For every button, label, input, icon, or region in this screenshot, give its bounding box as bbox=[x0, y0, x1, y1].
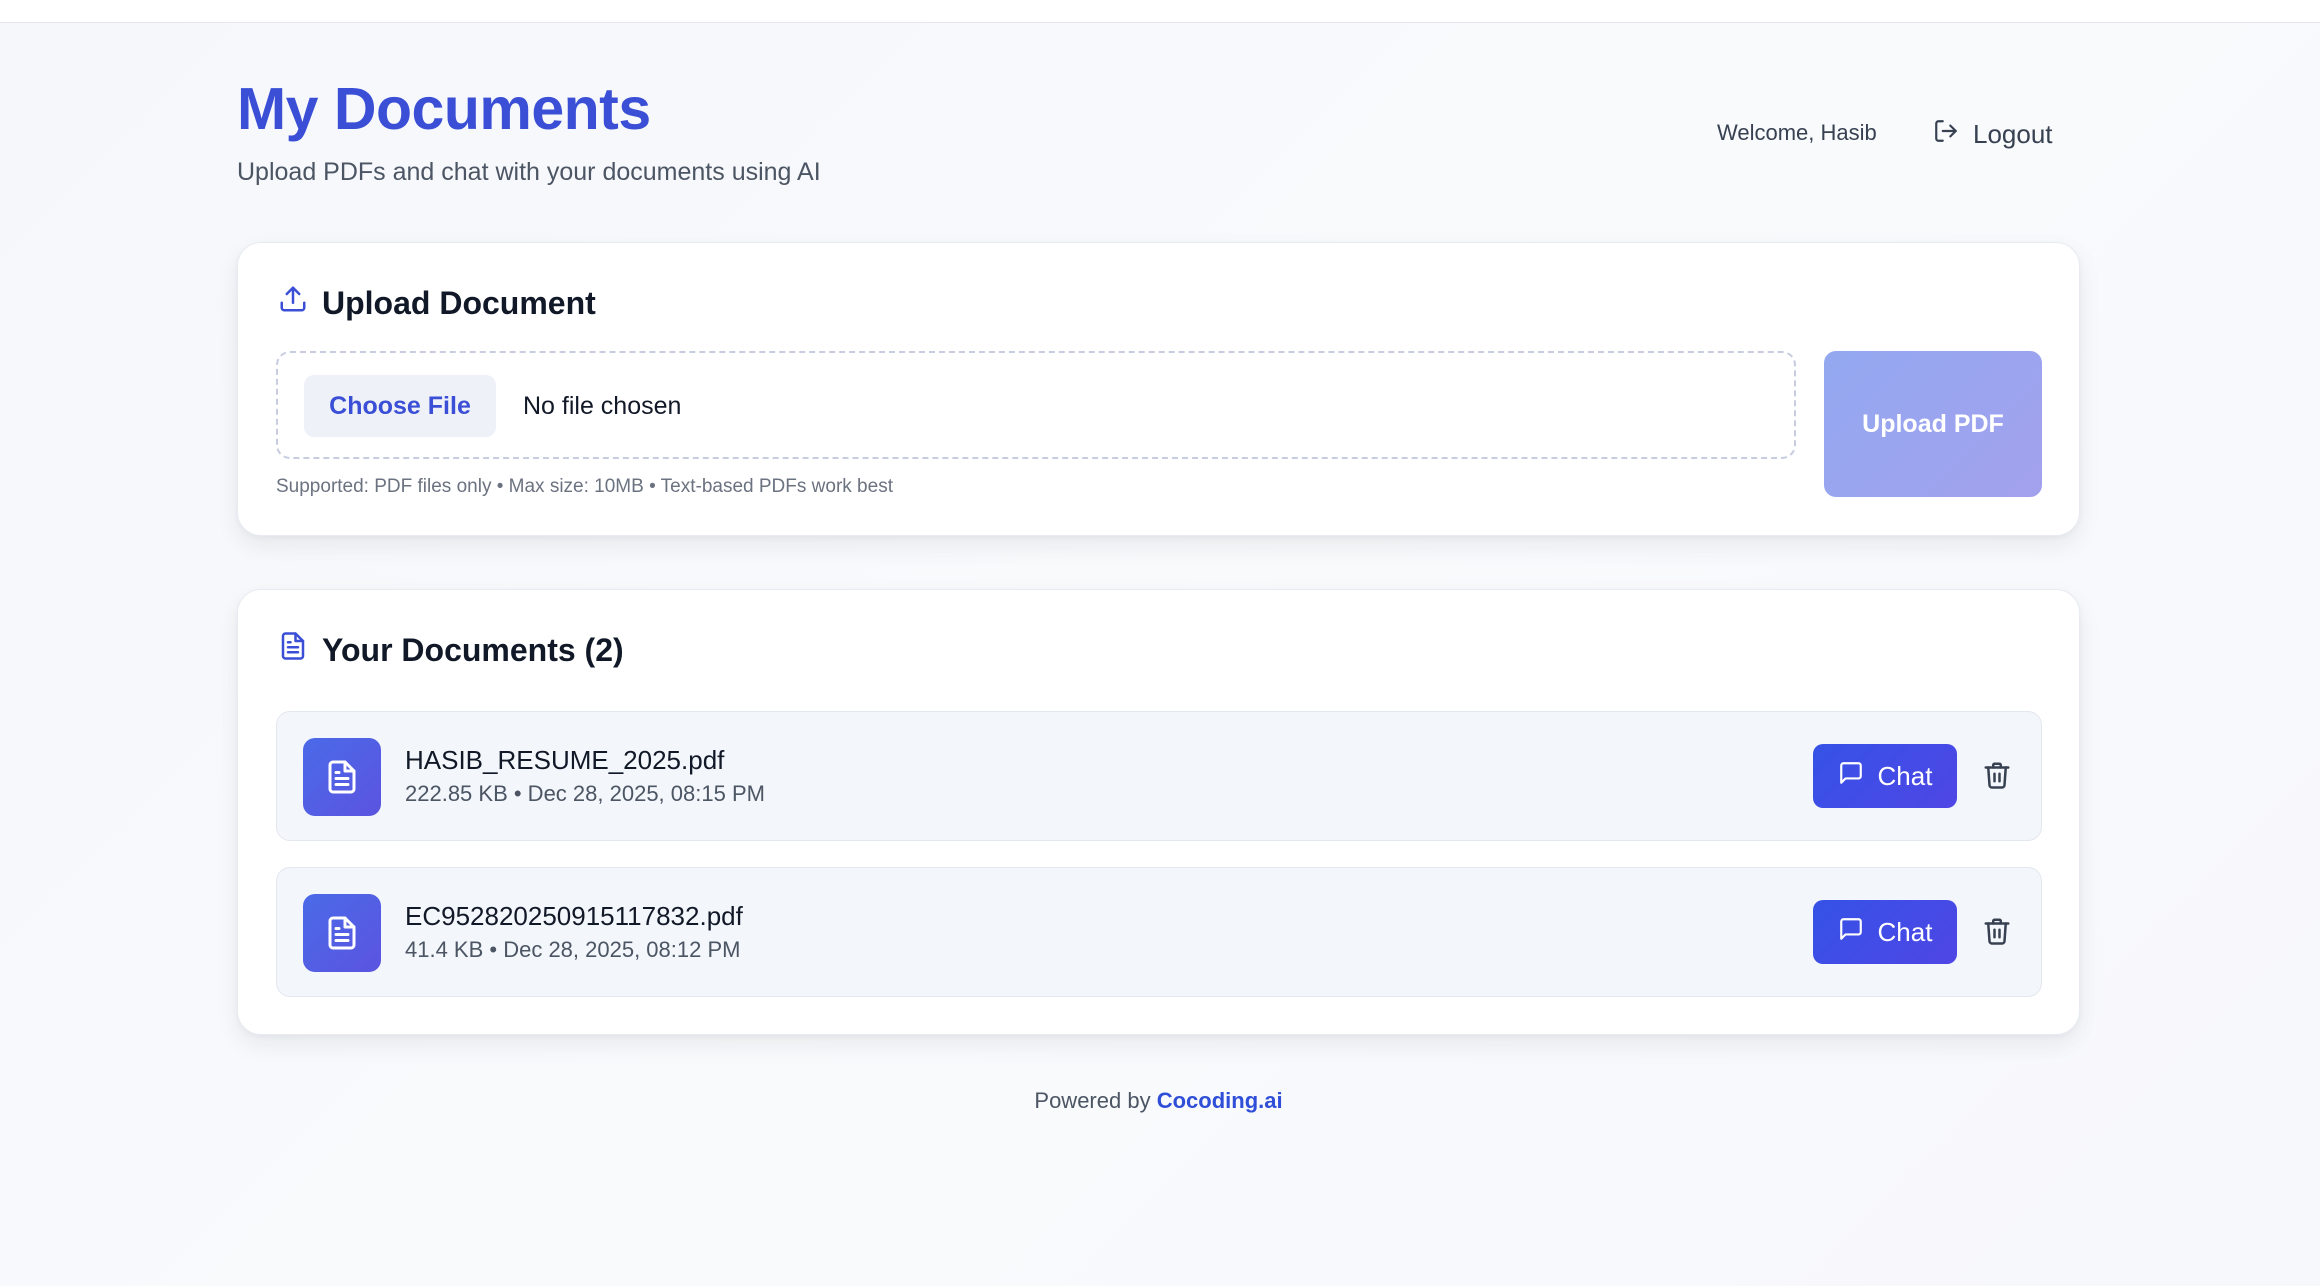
file-input[interactable]: Choose File No file chosen bbox=[276, 351, 1796, 459]
trash-icon bbox=[1982, 915, 2012, 952]
upload-icon bbox=[278, 283, 308, 323]
trash-icon bbox=[1982, 759, 2012, 796]
logout-button[interactable]: Logout bbox=[1933, 114, 2053, 154]
footer: Powered by Cocoding.ai bbox=[237, 1086, 2080, 1116]
document-meta: 41.4 KB • Dec 28, 2025, 08:12 PM bbox=[405, 937, 741, 962]
document-row: EC952820250915117832.pdf 41.4 KB • Dec 2… bbox=[276, 867, 2042, 997]
file-text-icon bbox=[303, 894, 381, 972]
upload-pdf-button[interactable]: Upload PDF bbox=[1824, 351, 2042, 497]
delete-button[interactable] bbox=[1977, 913, 2017, 953]
upload-card-title: Upload Document bbox=[278, 283, 596, 323]
footer-brand-link[interactable]: Cocoding.ai bbox=[1157, 1088, 1283, 1113]
document-name: HASIB_RESUME_2025.pdf bbox=[405, 745, 725, 775]
chat-label: Chat bbox=[1877, 916, 1933, 947]
document-row: HASIB_RESUME_2025.pdf 222.85 KB • Dec 28… bbox=[276, 711, 2042, 841]
upload-hint: Supported: PDF files only • Max size: 10… bbox=[276, 476, 893, 497]
message-square-icon bbox=[1838, 916, 1864, 949]
upload-card: Upload Document Choose File No file chos… bbox=[237, 242, 2080, 536]
top-bar bbox=[0, 0, 2320, 23]
footer-prefix: Powered by bbox=[1034, 1088, 1151, 1113]
message-square-icon bbox=[1838, 760, 1864, 793]
chat-label: Chat bbox=[1877, 760, 1933, 791]
document-name: EC952820250915117832.pdf bbox=[405, 901, 743, 931]
page-title: My Documents bbox=[237, 76, 651, 142]
document-meta: 222.85 KB • Dec 28, 2025, 08:15 PM bbox=[405, 781, 765, 806]
logout-label: Logout bbox=[1973, 118, 2053, 149]
delete-button[interactable] bbox=[1977, 757, 2017, 797]
file-status-text: No file chosen bbox=[523, 392, 682, 420]
chat-button[interactable]: Chat bbox=[1813, 744, 1957, 808]
page-header: My Documents Upload PDFs and chat with y… bbox=[237, 74, 2080, 194]
welcome-text: Welcome, Hasib bbox=[1717, 120, 1877, 145]
page-subtitle: Upload PDFs and chat with your documents… bbox=[237, 158, 821, 186]
file-text-icon bbox=[303, 738, 381, 816]
upload-title-text: Upload Document bbox=[322, 284, 596, 321]
documents-card-title: Your Documents (2) bbox=[278, 630, 624, 670]
document-icon bbox=[278, 630, 308, 670]
choose-file-button[interactable]: Choose File bbox=[304, 375, 496, 437]
documents-title-text: Your Documents (2) bbox=[322, 631, 624, 668]
chat-button[interactable]: Chat bbox=[1813, 900, 1957, 964]
logout-icon bbox=[1933, 118, 1959, 151]
documents-card: Your Documents (2) HASIB_RESUME_2025.pdf… bbox=[237, 589, 2080, 1035]
